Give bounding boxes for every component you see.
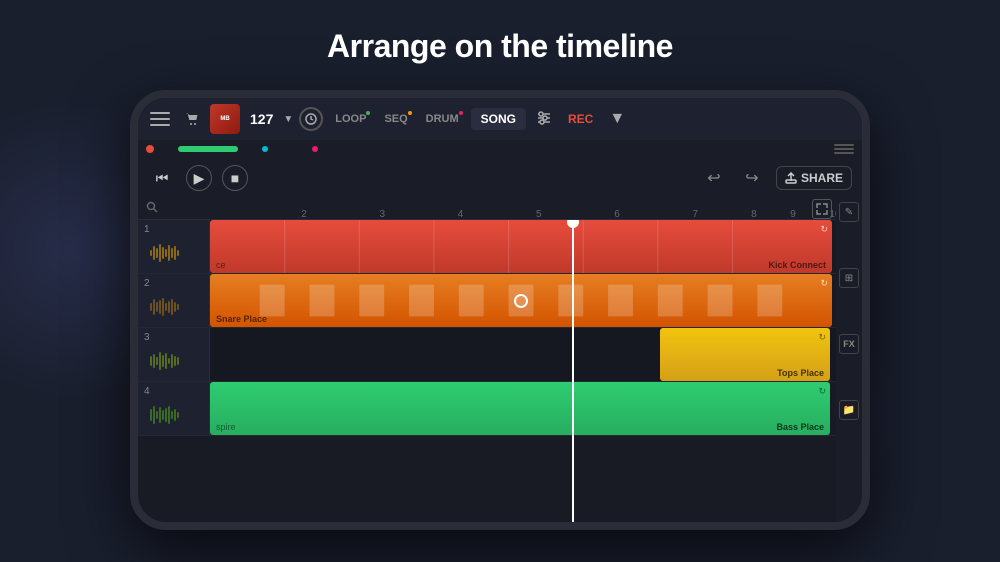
progress-bar (178, 146, 238, 152)
play-button[interactable]: ▶ (186, 165, 212, 191)
ruler-num-5: 5 (536, 209, 542, 220)
seq-dot (408, 111, 412, 115)
sync-icon[interactable] (299, 107, 323, 131)
tab-drum[interactable]: DRUM (420, 109, 465, 129)
tracks-area: 1 (138, 220, 862, 522)
pink-marker (312, 146, 318, 152)
bpm-display[interactable]: 127 (246, 109, 277, 129)
track-row-3: 3 (138, 328, 862, 382)
refresh-4: ↻ (818, 386, 826, 397)
track-content-2[interactable]: ↻ Snare Place (210, 274, 862, 327)
track-1-label: Kick Connect (768, 260, 826, 270)
drum-dot (459, 111, 463, 115)
top-bar: MB 127 ▼ LOOP SEQ DRUM (138, 98, 862, 140)
zoom-icon[interactable] (146, 201, 158, 216)
tab-seq[interactable]: SEQ (378, 109, 413, 129)
edit-icon[interactable]: ✎ (839, 202, 859, 222)
track-4-label: Bass Place (776, 422, 824, 432)
track-4-left-label: spire (216, 422, 236, 432)
tab-loop[interactable]: LOOP (329, 109, 372, 129)
phone-screen: MB 127 ▼ LOOP SEQ DRUM (138, 98, 862, 522)
track-1-left-label: ce (216, 260, 226, 270)
waveform-4 (150, 403, 179, 427)
track-row-4: 4 (138, 382, 862, 436)
album-art: MB (210, 104, 240, 134)
track-row-2: 2 (138, 274, 862, 328)
hamburger-menu[interactable] (834, 144, 854, 154)
stop-button[interactable]: ■ (222, 165, 248, 191)
track-content-4[interactable]: ↻ spire Bass Place (210, 382, 862, 435)
track-3-label: Tops Place (777, 368, 824, 378)
refresh-2: ↻ (820, 278, 828, 289)
ruler: 2 3 4 5 6 7 8 9 10 (138, 198, 862, 220)
expand-icon[interactable] (812, 199, 832, 219)
waveform-1 (150, 241, 179, 265)
adjust-icon[interactable]: ⊞ (839, 268, 859, 288)
refresh-1: ↻ (820, 224, 828, 235)
indicator-bar (138, 140, 862, 158)
bpm-dropdown[interactable]: ▼ (283, 114, 293, 125)
snare-handle[interactable] (514, 294, 528, 308)
track-label-3[interactable]: 3 (138, 328, 210, 381)
track-content-3[interactable]: ↻ Tops Place (210, 328, 862, 381)
more-button[interactable]: ▼ (605, 110, 629, 128)
track-label-4[interactable]: 4 (138, 382, 210, 435)
ruler-num-7: 7 (692, 209, 698, 220)
track-row-1: 1 (138, 220, 862, 274)
folder-icon[interactable]: 📁 (839, 400, 859, 420)
share-label: SHARE (801, 171, 843, 185)
transport-bar: ⏮ ▶ ■ ↩ ↪ SHARE (138, 158, 862, 198)
ruler-num-3: 3 (380, 209, 386, 220)
track-label-2[interactable]: 2 (138, 274, 210, 327)
waveform-2 (150, 295, 179, 319)
loop-dot (366, 111, 370, 115)
track-content-1[interactable]: ce ↻ Kick Connect (210, 220, 862, 273)
track-label-1[interactable]: 1 (138, 220, 210, 273)
cyan-marker (262, 146, 268, 152)
skip-back-button[interactable]: ⏮ (148, 164, 176, 192)
cart-icon[interactable] (180, 107, 204, 131)
track-2-label: Snare Place (216, 314, 267, 324)
rec-button[interactable]: REC (562, 108, 599, 130)
mixer-icon[interactable] (532, 110, 556, 129)
menu-button[interactable] (146, 105, 174, 133)
record-indicator (146, 145, 154, 153)
tab-song[interactable]: SONG (471, 108, 526, 130)
share-button[interactable]: SHARE (776, 166, 852, 190)
playhead (572, 220, 574, 522)
ruler-num-4: 4 (458, 209, 464, 220)
ruler-num-6: 6 (614, 209, 620, 220)
undo-button[interactable]: ↩ (700, 164, 728, 192)
refresh-3: ↻ (818, 332, 826, 343)
phone-frame: MB 127 ▼ LOOP SEQ DRUM (130, 90, 870, 530)
fx-button[interactable]: FX (839, 334, 859, 354)
timeline-container: ✎ ⊞ FX 📁 2 3 4 5 6 (138, 198, 862, 522)
page-title: Arrange on the timeline (0, 28, 1000, 65)
waveform-3 (150, 349, 179, 373)
redo-button[interactable]: ↪ (738, 164, 766, 192)
ruler-num-9: 9 (790, 209, 796, 220)
ruler-num-2: 2 (301, 209, 307, 220)
ruler-num-8: 8 (751, 209, 757, 220)
